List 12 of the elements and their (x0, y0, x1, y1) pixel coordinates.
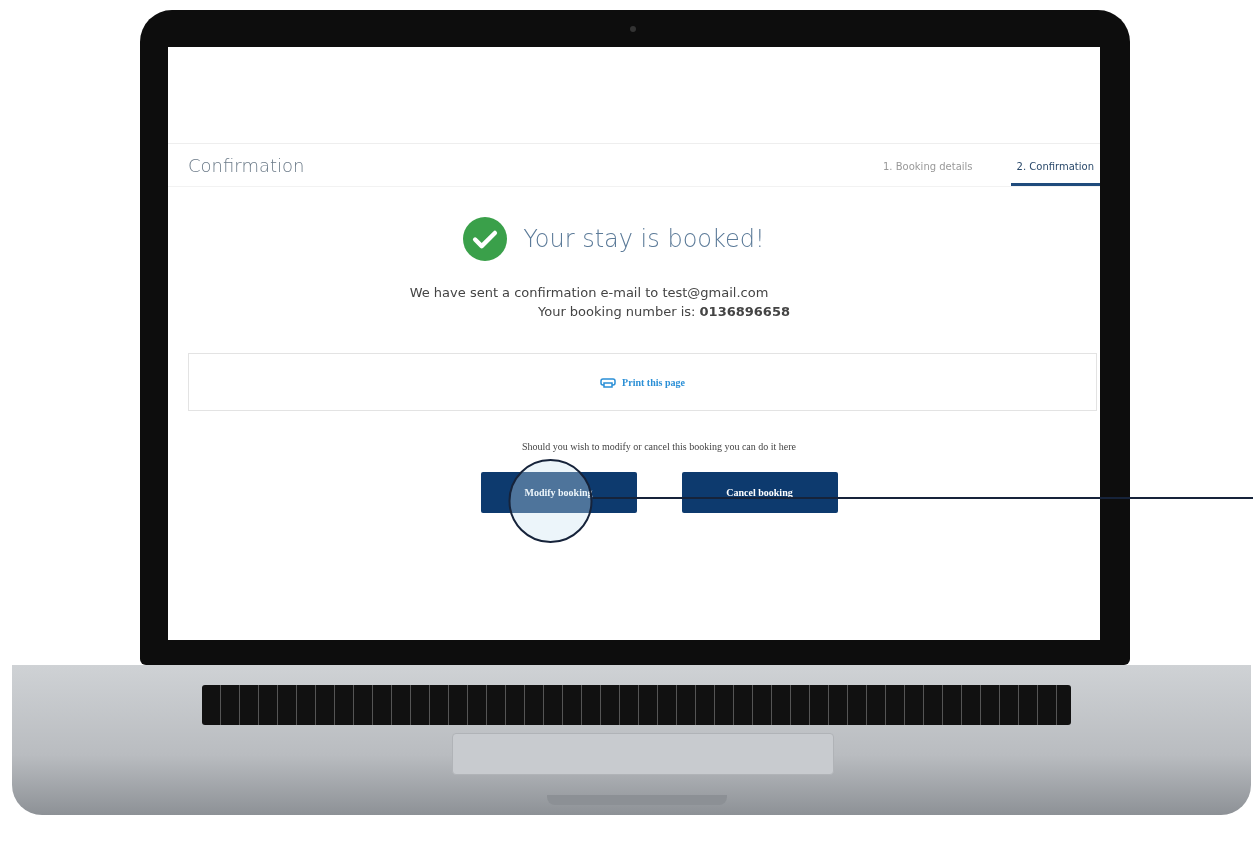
camera-icon (630, 26, 636, 32)
booking-button[interactable]: Cancel booking (681, 472, 838, 513)
modify-note: Should you wish to modify or cancel this booking you can do it here (521, 441, 797, 452)
printer-icon (600, 376, 617, 388)
step-tab[interactable]: 1. Booking details (877, 150, 979, 186)
print-link[interactable]: Print this page (600, 376, 685, 388)
success-heading: Your stay is booked! (523, 225, 765, 253)
checkmark-icon (463, 217, 508, 261)
booking-number: Your booking number is: 0136896658 (537, 304, 790, 319)
email-notice: We have sent a confirmation e-mail to test@gmail.com (409, 285, 769, 300)
page-title: Confirmation (188, 154, 305, 176)
step-tab[interactable]: 2. Confirmation (1010, 150, 1100, 186)
